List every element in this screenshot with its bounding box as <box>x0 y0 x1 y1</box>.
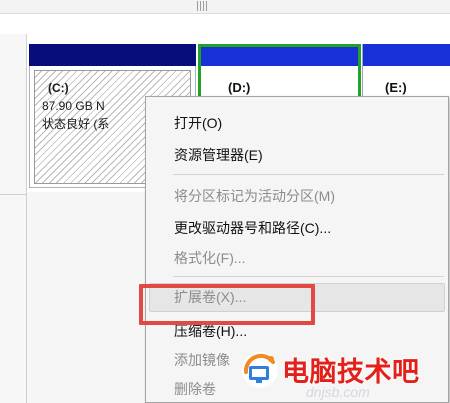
volume-e-label: (E:) <box>385 80 407 95</box>
volume-c-label: (C:) <box>48 81 69 95</box>
menu-item-add-mirror[interactable]: 添加镜像 <box>174 351 230 369</box>
volume-e-header-bar <box>363 44 450 66</box>
menu-item-open[interactable]: 打开(O) <box>174 114 222 132</box>
volume-d-label: (D:) <box>228 80 251 95</box>
menu-item-change-drive-letter[interactable]: 更改驱动器号和路径(C)... <box>174 219 331 237</box>
menu-item-delete-volume[interactable]: 删除卷 <box>174 380 216 398</box>
volume-d-header-bar <box>201 47 358 66</box>
watermark: 电脑技术吧 dnjsb.com <box>240 346 450 403</box>
splitter-grip-icon[interactable] <box>197 1 209 11</box>
menu-item-format[interactable]: 格式化(F)... <box>174 249 246 267</box>
volume-c-header-bar <box>29 44 196 66</box>
menu-item-explorer[interactable]: 资源管理器(E) <box>174 146 263 164</box>
menu-separator <box>173 174 444 175</box>
highlight-box <box>139 284 315 325</box>
menu-separator <box>173 276 444 277</box>
menu-item-mark-active[interactable]: 将分区标记为活动分区(M) <box>174 187 335 205</box>
watermark-site: dnjsb.com <box>306 384 370 400</box>
disk-info-column <box>0 34 27 403</box>
top-splitter-bar[interactable] <box>0 0 450 14</box>
site-logo-icon <box>242 352 278 388</box>
